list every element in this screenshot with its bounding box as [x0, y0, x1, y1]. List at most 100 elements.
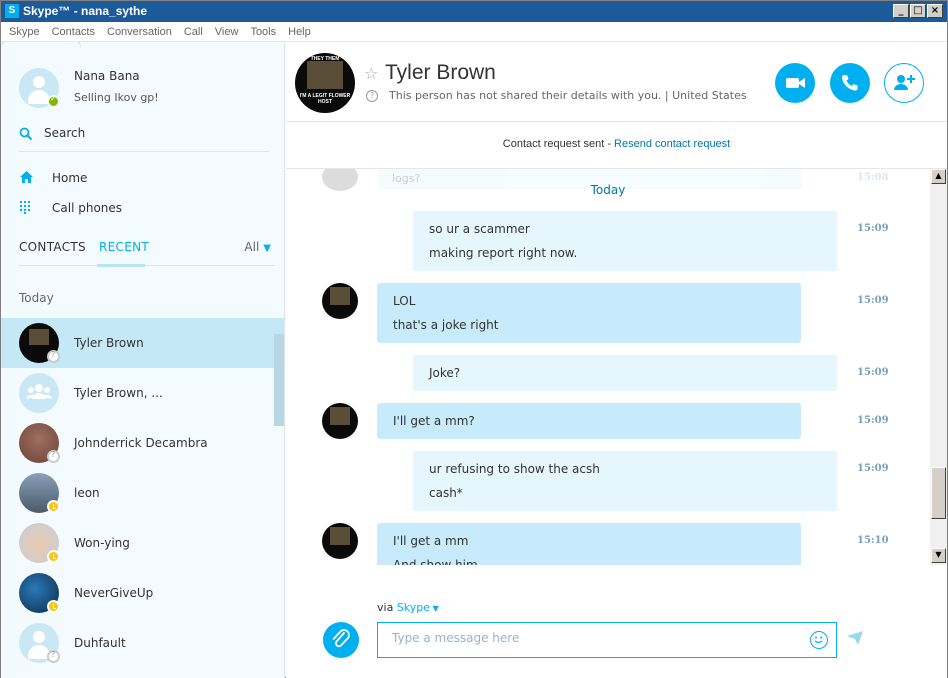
add-contact-button[interactable]	[884, 63, 924, 103]
message-line: cash*	[429, 486, 463, 500]
sender-avatar[interactable]	[322, 283, 358, 319]
tab-recent[interactable]: RECENT	[99, 240, 149, 254]
menu-help[interactable]: Help	[288, 22, 311, 42]
message-outgoing[interactable]: so ur a scammer making report right now.	[413, 211, 837, 271]
sidebar: Nana Bana Selling Ikov gp! Search Home	[1, 42, 285, 678]
conversation-panel: THEY THEM I'M A LEGIT FLOWER HOST ☆ Tyle…	[286, 42, 947, 678]
contact-tabs: CONTACTS RECENT All ▼	[19, 240, 275, 267]
message-incoming[interactable]: I'll get a mm And show him	[377, 523, 801, 565]
away-status-icon	[47, 600, 60, 613]
unknown-status-icon	[47, 450, 60, 463]
contact-avatar-large[interactable]: THEY THEM I'M A LEGIT FLOWER HOST	[295, 53, 355, 113]
filter-label: All	[244, 240, 260, 254]
send-icon[interactable]	[846, 630, 864, 646]
message-input-box[interactable]	[377, 622, 837, 658]
add-person-icon	[894, 75, 915, 90]
tab-divider	[19, 265, 275, 266]
attach-button[interactable]	[323, 622, 359, 658]
smiley-face-icon	[814, 636, 823, 644]
message-line: that's a joke right	[393, 318, 499, 332]
away-status-icon	[47, 500, 60, 513]
away-status-icon	[47, 550, 60, 563]
contact-name: leon	[74, 486, 100, 500]
message-incoming[interactable]: LOL that's a joke right	[377, 283, 801, 343]
message-outgoing[interactable]: Joke?	[413, 355, 837, 391]
video-call-button[interactable]	[775, 63, 815, 103]
online-status-icon	[47, 94, 60, 108]
contact-name: Tyler Brown, ...	[74, 386, 163, 400]
message-time: 15:10	[857, 535, 889, 546]
search-icon	[19, 127, 33, 141]
nav-call-phones[interactable]: Call phones	[19, 200, 269, 220]
contact-item-duhfault[interactable]: Duhfault	[1, 618, 284, 668]
my-name[interactable]: Nana Bana	[74, 69, 140, 83]
contact-name-title: Tyler Brown	[385, 61, 496, 84]
close-button[interactable]: ×	[927, 4, 943, 18]
unknown-status-icon	[47, 650, 60, 663]
section-label: Today	[19, 291, 54, 305]
scroll-up-arrow-icon[interactable]: ▲	[931, 169, 946, 184]
search-box[interactable]: Search	[19, 124, 269, 152]
skype-logo-icon: S	[5, 4, 19, 18]
maximize-button[interactable]: □	[910, 4, 926, 18]
nav-call-phones-label: Call phones	[52, 201, 123, 215]
message-line: And show him	[393, 558, 478, 565]
menu-bar: Skype Contacts Conversation Call View Tools He…	[1, 22, 947, 42]
message-line: I'll get a mm	[393, 534, 469, 548]
message-incoming[interactable]: I'll get a mm?	[377, 403, 801, 439]
sender-avatar[interactable]	[322, 403, 358, 439]
minimize-button[interactable]: _	[893, 4, 909, 18]
contact-item-group[interactable]: Tyler Brown, ...	[1, 368, 284, 418]
menu-skype[interactable]: Skype	[9, 22, 40, 42]
home-icon	[20, 171, 33, 183]
menu-conversation[interactable]: Conversation	[107, 22, 172, 42]
contact-item-won-ying[interactable]: Won-ying	[1, 518, 284, 568]
scroll-down-arrow-icon[interactable]: ▼	[931, 548, 946, 563]
chat-scrollbar[interactable]: ▲ ▼	[930, 169, 947, 565]
favorite-star-icon[interactable]: ☆	[364, 64, 378, 83]
recent-contacts-list: Tyler Brown Tyler Brown, ... Johnderrick…	[1, 318, 284, 668]
request-status-text: Contact request sent -	[502, 138, 615, 150]
message-time: 15:09	[857, 367, 889, 378]
audio-call-button[interactable]	[830, 63, 870, 103]
chevron-down-icon: ▼	[263, 243, 271, 254]
nav-home[interactable]: Home	[19, 170, 269, 190]
menu-call[interactable]: Call	[184, 22, 203, 42]
sidebar-scrollbar[interactable]	[274, 334, 284, 426]
sender-avatar[interactable]	[322, 523, 358, 559]
contact-item-nevergiveup[interactable]: NeverGiveUp	[1, 568, 284, 618]
menu-contacts[interactable]: Contacts	[52, 22, 95, 42]
via-service: Skype	[396, 601, 431, 614]
my-mood-message[interactable]: Selling Ikov gp!	[74, 91, 159, 104]
menu-tools[interactable]: Tools	[250, 22, 276, 42]
message-time: 15:09	[857, 415, 889, 426]
nav-home-label: Home	[52, 171, 88, 185]
message-line: I'll get a mm?	[393, 414, 475, 428]
message-line: ur refusing to show the acsh	[429, 462, 600, 476]
filter-dropdown[interactable]: All ▼	[244, 240, 271, 254]
contact-name: NeverGiveUp	[74, 586, 154, 600]
chevron-down-icon: ▼	[430, 604, 439, 613]
message-outgoing[interactable]: ur refusing to show the acsh cash*	[413, 451, 837, 511]
contact-item-leon[interactable]: leon	[1, 468, 284, 518]
resend-request-link[interactable]: Resend contact request	[614, 138, 730, 150]
scrollbar-thumb[interactable]	[931, 467, 946, 519]
menu-view[interactable]: View	[215, 22, 239, 42]
via-selector[interactable]: via Skype ▼	[377, 601, 439, 614]
tab-contacts[interactable]: CONTACTS	[19, 240, 86, 254]
message-input[interactable]	[392, 631, 802, 645]
search-label: Search	[44, 126, 86, 140]
group-avatar	[19, 373, 59, 413]
message-time: 15:09	[857, 295, 889, 306]
contact-info: This person has not shared their details…	[389, 89, 747, 102]
tab-active-indicator	[97, 264, 145, 267]
contact-item-johnderrick[interactable]: Johnderrick Decambra	[1, 418, 284, 468]
emoticon-icon[interactable]	[810, 631, 828, 649]
message-time: 15:09	[857, 223, 889, 234]
video-camera-icon	[786, 78, 805, 88]
message-line: making report right now.	[429, 246, 578, 260]
contact-item-tyler-brown[interactable]: Tyler Brown	[1, 318, 284, 368]
avatar-image	[307, 61, 343, 89]
contact-name: Won-ying	[74, 536, 130, 550]
info-icon: ?	[366, 90, 378, 102]
